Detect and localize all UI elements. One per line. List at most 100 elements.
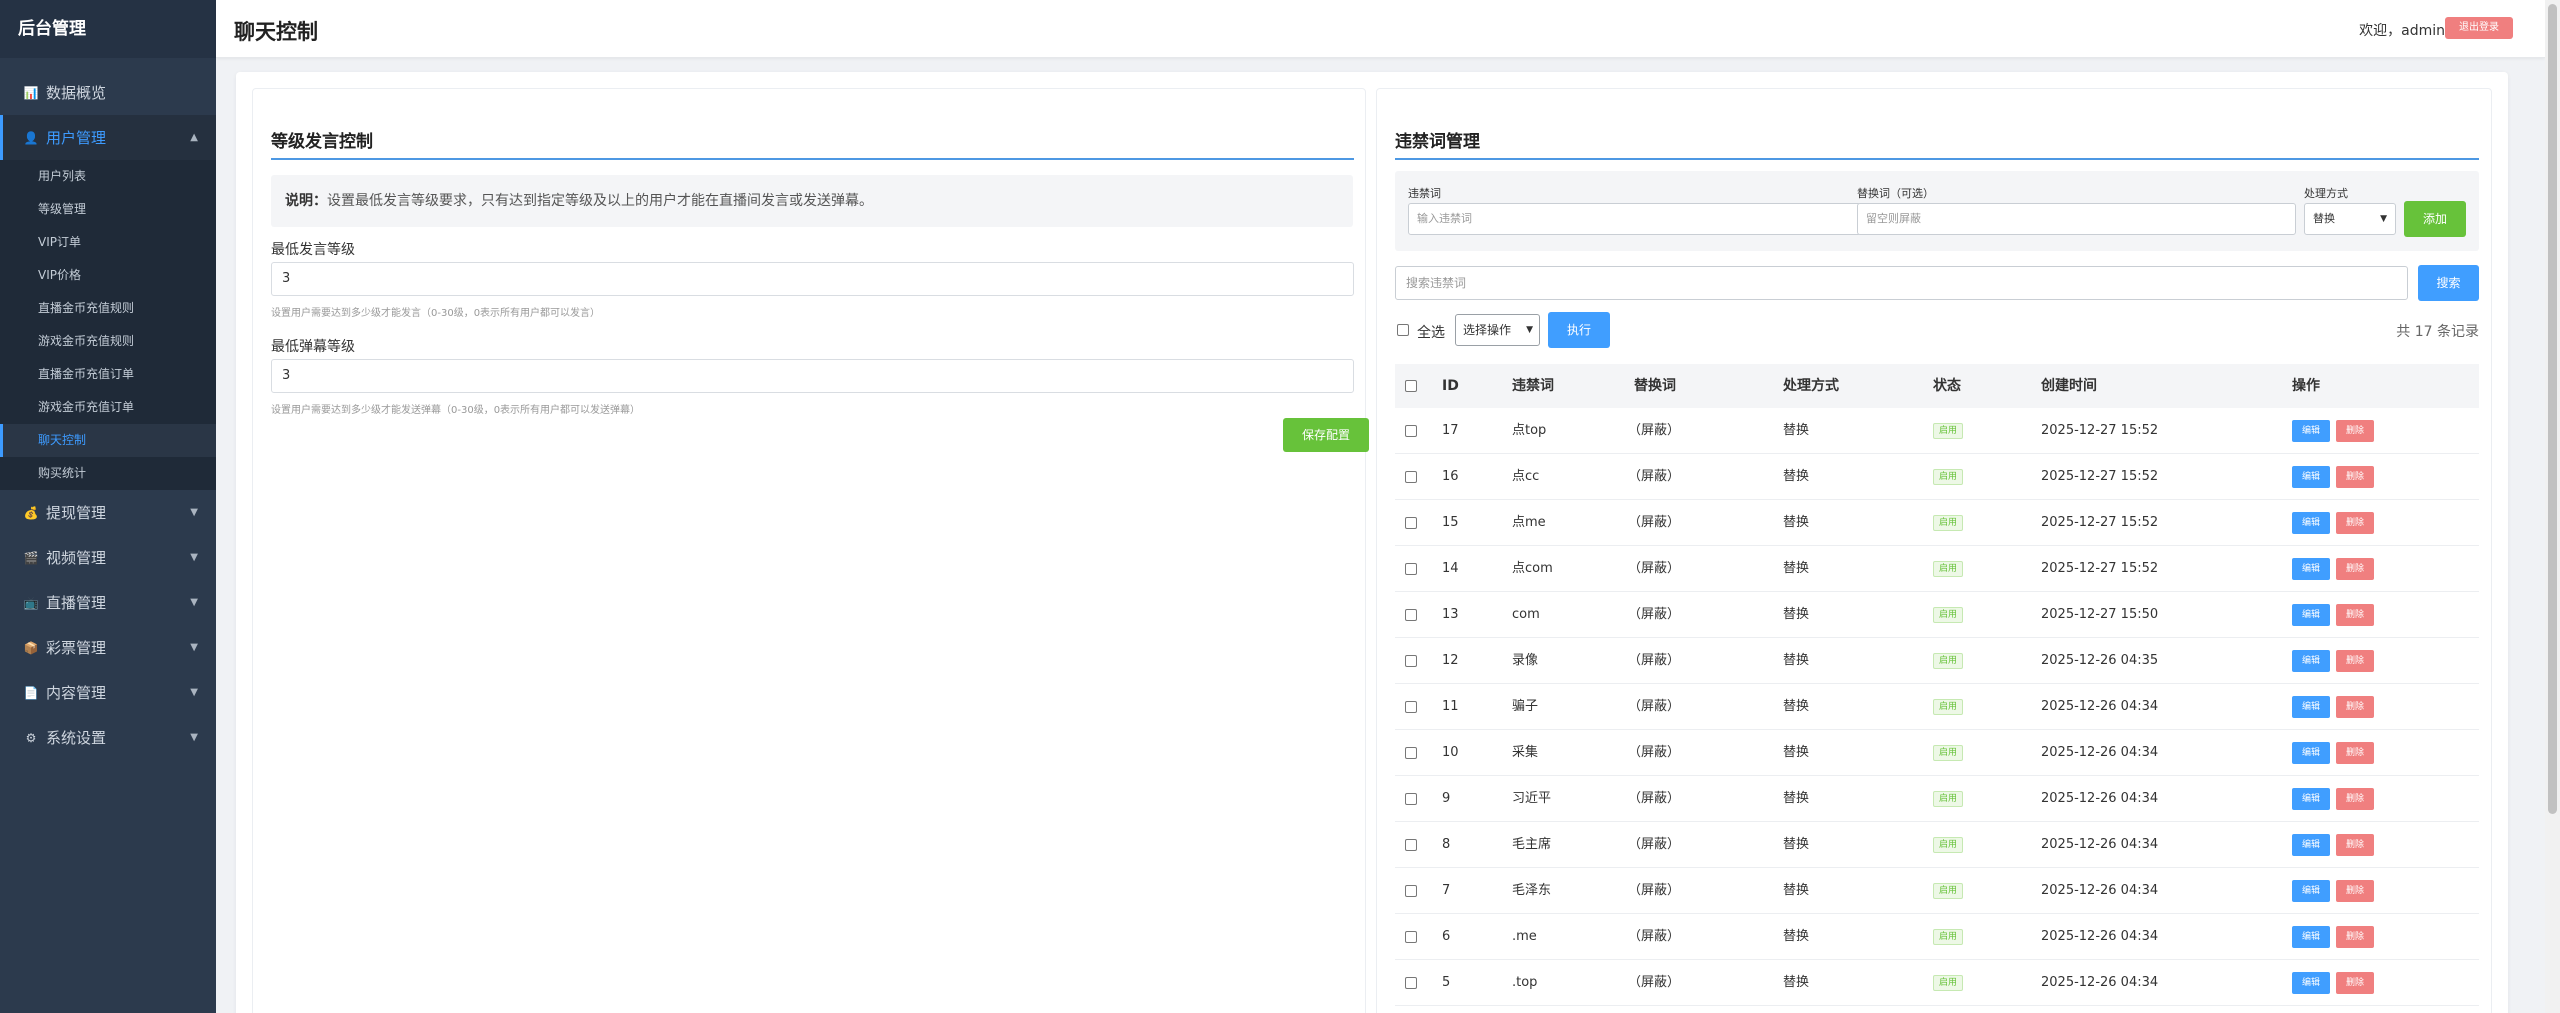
delete-button[interactable]: 删除: [2336, 741, 2374, 764]
scrollbar-thumb[interactable]: [2548, 4, 2557, 814]
edit-button[interactable]: 编辑: [2292, 649, 2330, 672]
sidebar-subitem-vip-price[interactable]: VIP价格: [0, 259, 216, 292]
main-content: 等级发言控制 说明：设置最低发言等级要求，只有达到指定等级及以上的用户才能在直播…: [236, 72, 2508, 1013]
row-method: 替换: [1783, 929, 1810, 944]
note-label: 说明：: [285, 193, 327, 209]
delete-button[interactable]: 删除: [2336, 971, 2374, 994]
row-checkbox[interactable]: [1405, 884, 1417, 897]
edit-button[interactable]: 编辑: [2292, 741, 2330, 764]
edit-button[interactable]: 编辑: [2292, 833, 2330, 856]
page-scrollbar[interactable]: [2545, 0, 2560, 1013]
row-replace: （屏蔽）: [1628, 791, 1681, 806]
status-badge: 启用: [1933, 836, 1964, 853]
level-control-card: 等级发言控制 说明：设置最低发言等级要求，只有达到指定等级及以上的用户才能在直播…: [252, 88, 1369, 1013]
sidebar-item-settings[interactable]: ⚙ 系统设置 ▼: [0, 715, 216, 760]
sidebar-item-dashboard[interactable]: 📊 数据概览: [0, 70, 216, 115]
sidebar-subitem-purchase-stats[interactable]: 购买统计: [0, 457, 216, 490]
column-header-status: 状态: [1933, 378, 1961, 394]
add-word-button[interactable]: 添加: [2404, 201, 2466, 237]
row-checkbox[interactable]: [1405, 470, 1417, 483]
sidebar-subitem-live-coin-rules[interactable]: 直播金币充值规则: [0, 292, 216, 325]
row-checkbox[interactable]: [1405, 838, 1417, 851]
edit-button[interactable]: 编辑: [2292, 557, 2330, 580]
word-input[interactable]: 输入违禁词: [1408, 203, 1861, 235]
delete-button[interactable]: 删除: [2336, 419, 2374, 442]
sidebar-item-lottery[interactable]: 📦 彩票管理 ▼: [0, 625, 216, 670]
sidebar-subitem-live-coin-orders[interactable]: 直播金币充值订单: [0, 358, 216, 391]
edit-button[interactable]: 编辑: [2292, 787, 2330, 810]
logout-button[interactable]: 退出登录: [2445, 17, 2513, 39]
row-checkbox[interactable]: [1405, 930, 1417, 943]
delete-button[interactable]: 删除: [2336, 925, 2374, 948]
row-checkbox[interactable]: [1405, 976, 1417, 989]
min-speak-input[interactable]: 3: [271, 262, 1354, 296]
select-all-checkbox[interactable]: [1397, 324, 1409, 336]
sidebar-item-label: 视频管理: [46, 549, 107, 567]
delete-button[interactable]: 删除: [2336, 879, 2374, 902]
title-divider: [1395, 158, 2479, 160]
row-replace: （屏蔽）: [1628, 883, 1681, 898]
sidebar-item-videos[interactable]: 🎬 视频管理 ▼: [0, 535, 216, 580]
row-created: 2025-12-26 04:34: [2041, 975, 2159, 990]
table-row: 15 点me （屏蔽） 替换 启用 2025-12-27 15:52 编辑 删除: [1395, 500, 2479, 546]
header-checkbox[interactable]: [1405, 380, 1417, 392]
row-created: 2025-12-26 04:34: [2041, 1006, 2158, 1013]
row-id: 16: [1442, 469, 1459, 484]
sidebar-subitem-level-management[interactable]: 等级管理: [0, 193, 216, 226]
search-input[interactable]: 搜索违禁词: [1395, 266, 2408, 300]
table-row: 11 骗子 （屏蔽） 替换 启用 2025-12-26 04:34 编辑 删除: [1395, 684, 2479, 730]
table-row: 7 毛泽东 （屏蔽） 替换 启用 2025-12-26 04:34 编辑 删除: [1395, 868, 2479, 914]
row-checkbox[interactable]: [1405, 608, 1417, 621]
row-checkbox[interactable]: [1405, 516, 1417, 529]
edit-button[interactable]: 编辑: [2292, 695, 2330, 718]
row-checkbox[interactable]: [1405, 562, 1417, 575]
sidebar-item-withdrawals[interactable]: 💰 提现管理 ▼: [0, 490, 216, 535]
delete-button[interactable]: 删除: [2336, 557, 2374, 580]
row-id: 4: [1442, 1006, 1450, 1013]
edit-button[interactable]: 编辑: [2292, 925, 2330, 948]
min-speak-hint: 设置用户需要达到多少级才能发言（0-30级，0表示所有用户都可以发言）: [271, 308, 601, 319]
delete-button[interactable]: 删除: [2336, 649, 2374, 672]
sidebar-subitem-vip-orders[interactable]: VIP订单: [0, 226, 216, 259]
level-control-title: 等级发言控制: [271, 132, 373, 152]
row-method: 替换: [1783, 791, 1810, 806]
method-select[interactable]: 替换 ▼: [2304, 203, 2396, 235]
edit-button[interactable]: 编辑: [2292, 511, 2330, 534]
row-checkbox[interactable]: [1405, 746, 1417, 759]
row-checkbox[interactable]: [1405, 700, 1417, 713]
row-checkbox[interactable]: [1405, 424, 1417, 437]
film-icon: 🎬: [23, 550, 39, 565]
edit-button[interactable]: 编辑: [2292, 879, 2330, 902]
delete-button[interactable]: 删除: [2336, 603, 2374, 626]
batch-action-select[interactable]: 选择操作 ▼: [1455, 314, 1540, 346]
edit-button[interactable]: 编辑: [2292, 603, 2330, 626]
sidebar-item-live[interactable]: 📺 直播管理 ▼: [0, 580, 216, 625]
delete-button[interactable]: 删除: [2336, 465, 2374, 488]
sidebar-item-users[interactable]: 👤 用户管理 ▲: [0, 115, 216, 160]
row-word: 毛泽东: [1512, 883, 1552, 898]
sidebar-subitem-user-list[interactable]: 用户列表: [0, 160, 216, 193]
total-count: 共 17 条记录: [2396, 324, 2479, 340]
row-checkbox[interactable]: [1405, 792, 1417, 805]
search-button[interactable]: 搜索: [2418, 265, 2479, 301]
delete-button[interactable]: 删除: [2336, 833, 2374, 856]
save-config-button[interactable]: 保存配置: [1283, 418, 1369, 452]
row-created: 2025-12-26 04:34: [2041, 883, 2159, 898]
sidebar-subitem-game-coin-orders[interactable]: 游戏金币充值订单: [0, 391, 216, 424]
chevron-down-icon: ▼: [190, 597, 198, 608]
delete-button[interactable]: 删除: [2336, 511, 2374, 534]
title-divider: [271, 158, 1354, 160]
sidebar-subitem-chat-control[interactable]: 聊天控制: [0, 424, 216, 457]
row-created: 2025-12-27 15:52: [2041, 515, 2159, 530]
delete-button[interactable]: 删除: [2336, 695, 2374, 718]
delete-button[interactable]: 删除: [2336, 787, 2374, 810]
sidebar-item-content[interactable]: 📄 内容管理 ▼: [0, 670, 216, 715]
edit-button[interactable]: 编辑: [2292, 971, 2330, 994]
replace-input[interactable]: 留空则屏蔽: [1857, 203, 2296, 235]
edit-button[interactable]: 编辑: [2292, 419, 2330, 442]
edit-button[interactable]: 编辑: [2292, 465, 2330, 488]
row-checkbox[interactable]: [1405, 654, 1417, 667]
sidebar-subitem-game-coin-rules[interactable]: 游戏金币充值规则: [0, 325, 216, 358]
min-danmaku-input[interactable]: 3: [271, 359, 1354, 393]
execute-button[interactable]: 执行: [1548, 312, 1610, 348]
